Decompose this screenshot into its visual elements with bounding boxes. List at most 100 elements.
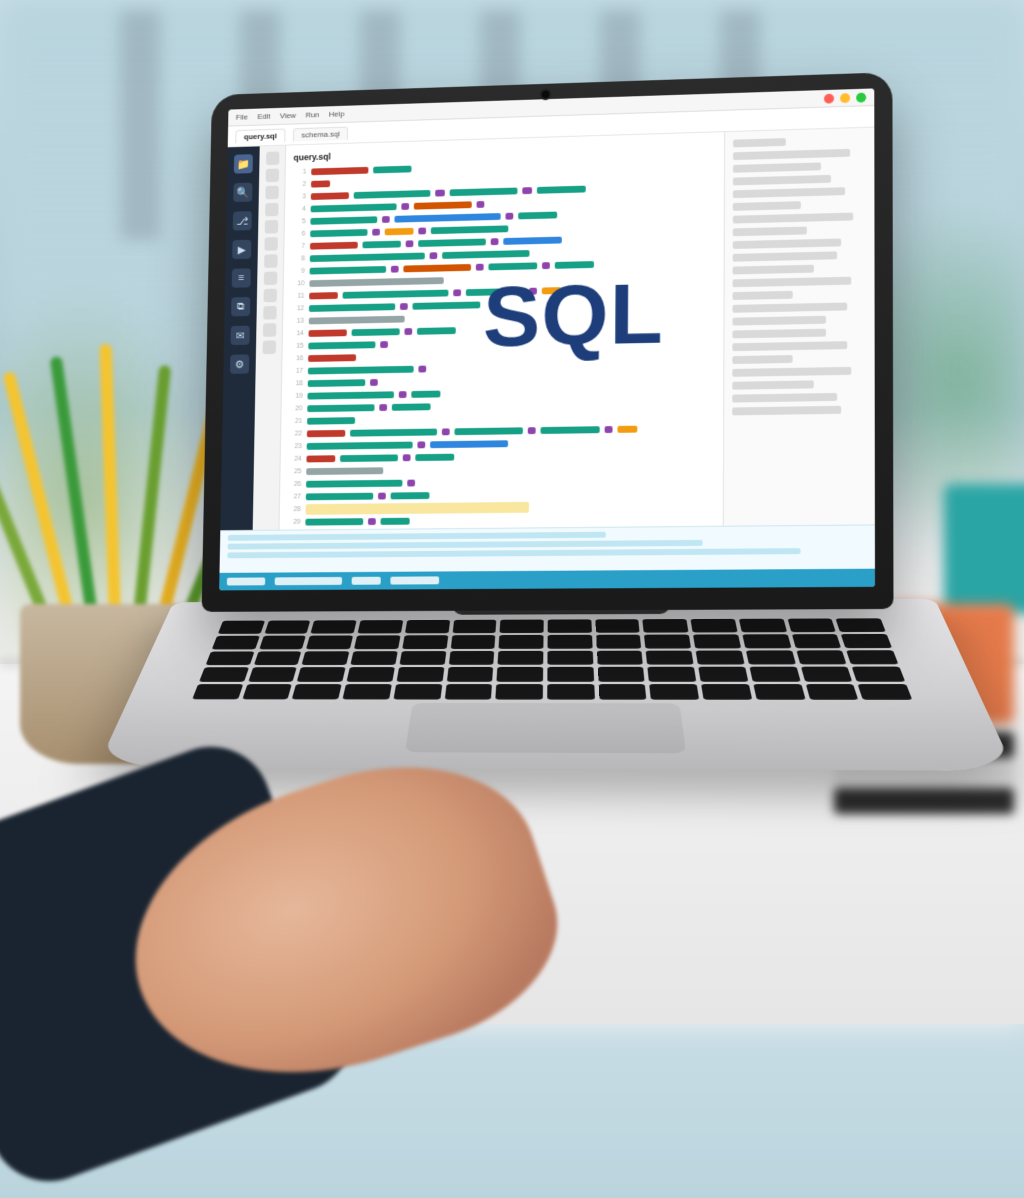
key[interactable]: [742, 634, 791, 648]
key[interactable]: [311, 620, 357, 633]
key[interactable]: [497, 667, 543, 682]
key[interactable]: [698, 667, 748, 682]
outline-panel[interactable]: [723, 128, 875, 526]
key[interactable]: [753, 684, 805, 700]
key[interactable]: [547, 667, 594, 682]
outline-item[interactable]: [732, 316, 826, 326]
key[interactable]: [696, 650, 745, 664]
keyboard[interactable]: [192, 618, 912, 700]
outline-item[interactable]: [732, 329, 826, 339]
key[interactable]: [500, 620, 544, 633]
key[interactable]: [598, 684, 646, 699]
key[interactable]: [596, 635, 642, 649]
key[interactable]: [448, 651, 494, 665]
key[interactable]: [805, 684, 858, 700]
key[interactable]: [547, 651, 593, 665]
extensions-icon[interactable]: ⧉: [231, 297, 250, 317]
key[interactable]: [749, 667, 800, 682]
key[interactable]: [595, 619, 640, 632]
key[interactable]: [691, 619, 738, 633]
key[interactable]: [212, 636, 260, 650]
key[interactable]: [450, 635, 495, 649]
key[interactable]: [498, 651, 544, 665]
key[interactable]: [496, 684, 543, 699]
run-icon[interactable]: ▶: [232, 240, 251, 260]
outline-item[interactable]: [733, 238, 841, 248]
key[interactable]: [242, 684, 292, 699]
key[interactable]: [841, 634, 892, 648]
key[interactable]: [199, 667, 249, 682]
key[interactable]: [597, 667, 645, 682]
key[interactable]: [446, 667, 493, 682]
key[interactable]: [643, 619, 689, 632]
key[interactable]: [354, 635, 400, 649]
outline-item[interactable]: [733, 175, 832, 186]
code-editor[interactable]: query.sql 123456789101112131415161718192…: [279, 132, 724, 530]
outline-item[interactable]: [733, 213, 853, 224]
key[interactable]: [444, 684, 492, 699]
search-icon[interactable]: 🔍: [233, 183, 252, 203]
key[interactable]: [548, 619, 592, 632]
maximize-icon[interactable]: [856, 92, 866, 102]
key[interactable]: [597, 650, 644, 664]
outline-item[interactable]: [733, 149, 850, 160]
outline-item[interactable]: [733, 291, 793, 300]
minimize-icon[interactable]: [840, 93, 850, 103]
status-chip[interactable]: [352, 577, 381, 585]
outline-item[interactable]: [733, 162, 821, 172]
key[interactable]: [405, 620, 450, 633]
key[interactable]: [452, 620, 496, 633]
key[interactable]: [858, 684, 912, 700]
key[interactable]: [836, 618, 886, 632]
tab-schema-sql[interactable]: schema.sql: [293, 126, 349, 141]
tab-query-sql[interactable]: query.sql: [235, 128, 285, 143]
key[interactable]: [343, 684, 392, 699]
output-console[interactable]: [219, 524, 874, 572]
key[interactable]: [791, 634, 841, 648]
status-chip[interactable]: [227, 577, 265, 585]
outline-item[interactable]: [732, 355, 792, 364]
key[interactable]: [306, 635, 353, 649]
key[interactable]: [846, 650, 898, 665]
outline-item[interactable]: [733, 227, 808, 237]
key[interactable]: [358, 620, 403, 633]
close-icon[interactable]: [824, 93, 834, 103]
outline-item[interactable]: [733, 302, 848, 312]
outline-item[interactable]: [733, 138, 786, 147]
explorer-icon[interactable]: 📁: [234, 154, 253, 174]
outline-item[interactable]: [732, 367, 851, 377]
outline-item[interactable]: [733, 187, 845, 198]
key[interactable]: [206, 651, 255, 665]
key[interactable]: [650, 684, 700, 700]
key[interactable]: [254, 651, 302, 665]
key[interactable]: [393, 684, 442, 699]
gear-icon[interactable]: ⚙: [230, 354, 249, 374]
key[interactable]: [350, 651, 397, 665]
source-control-icon[interactable]: ⎇: [233, 211, 252, 231]
menu-view[interactable]: View: [280, 111, 296, 120]
outline-item[interactable]: [733, 277, 852, 288]
status-chip[interactable]: [390, 576, 439, 584]
key[interactable]: [548, 635, 593, 649]
key[interactable]: [547, 684, 594, 699]
key[interactable]: [347, 667, 395, 682]
outline-item[interactable]: [733, 201, 801, 211]
trackpad[interactable]: [405, 703, 686, 753]
key[interactable]: [292, 684, 342, 699]
key[interactable]: [801, 667, 853, 682]
menu-run[interactable]: Run: [305, 110, 319, 119]
key[interactable]: [852, 667, 905, 682]
key[interactable]: [218, 621, 265, 634]
key[interactable]: [644, 634, 691, 648]
key[interactable]: [739, 619, 787, 633]
key[interactable]: [248, 667, 297, 682]
key[interactable]: [646, 650, 694, 664]
key[interactable]: [796, 650, 847, 665]
key[interactable]: [693, 634, 741, 648]
key[interactable]: [787, 618, 836, 632]
key[interactable]: [264, 620, 310, 633]
menu-file[interactable]: File: [236, 113, 248, 122]
menu-help[interactable]: Help: [329, 110, 345, 119]
outline-item[interactable]: [732, 393, 837, 403]
key[interactable]: [302, 651, 350, 665]
